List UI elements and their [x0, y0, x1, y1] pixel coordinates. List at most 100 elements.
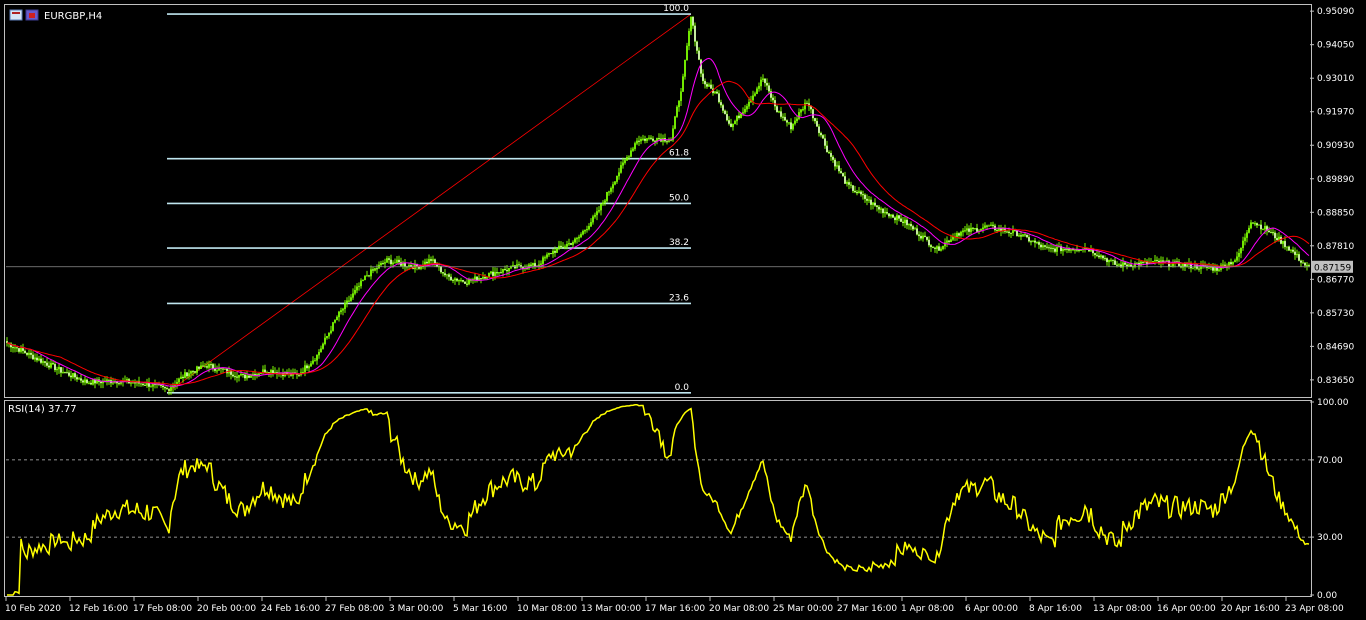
candle: [28, 349, 30, 359]
candle: [962, 228, 964, 237]
candle: [146, 378, 148, 388]
candle: [1062, 248, 1064, 256]
candle: [300, 368, 302, 377]
candle: [612, 181, 614, 193]
candle: [500, 268, 502, 274]
candle: [232, 370, 234, 378]
candle: [470, 278, 472, 283]
candle: [434, 258, 436, 267]
candle: [308, 364, 310, 373]
candle: [788, 122, 790, 125]
candle: [346, 297, 348, 308]
candle: [414, 259, 416, 273]
candle: [1108, 259, 1110, 267]
candle: [1110, 258, 1112, 263]
price-panel-frame: [4, 4, 1312, 398]
price-tick-label: 0.94050: [1317, 41, 1354, 51]
candle: [842, 172, 844, 177]
candle: [658, 133, 660, 141]
candle: [176, 377, 178, 389]
rsi-levels: [6, 459, 1310, 538]
candle: [30, 349, 32, 359]
candle: [1004, 224, 1006, 234]
candle: [824, 134, 826, 149]
fibonacci-retracement[interactable]: 100.0 61.8 50.0 38.2 23.6 0.0: [166, 4, 692, 394]
time-tick-label: 10 Feb 2020: [5, 604, 61, 614]
candle: [1034, 238, 1036, 248]
candle: [1294, 247, 1296, 260]
candle: [58, 363, 60, 374]
candle: [76, 374, 78, 382]
candle: [734, 119, 736, 125]
candle: [590, 218, 592, 227]
candle: [922, 232, 924, 242]
candle: [404, 259, 406, 272]
price-axis: 0.95090 0.94050 0.93010 0.91970 0.90930 0.898…: [1310, 7, 1354, 386]
candle: [902, 217, 904, 227]
candle: [376, 264, 378, 274]
candle: [492, 266, 494, 281]
candle: [1100, 254, 1102, 260]
candle: [64, 371, 66, 374]
candle: [1042, 242, 1044, 251]
candle: [134, 379, 136, 388]
candle: [370, 265, 372, 280]
candle: [530, 262, 532, 267]
candle: [786, 119, 788, 127]
candle: [1158, 258, 1160, 265]
candle: [714, 90, 716, 95]
candle: [860, 190, 862, 197]
candle: [1060, 243, 1062, 254]
candle: [358, 282, 360, 291]
time-tick-label: 8 Apr 16:00: [1029, 604, 1082, 614]
candle: [1234, 258, 1236, 263]
candle: [1114, 257, 1116, 266]
candle: [192, 370, 194, 377]
trading-chart[interactable]: EURGBP,H4 100.0 61.8 50.0 38.2 23.6 0.0 0.950…: [0, 0, 1366, 620]
candle: [904, 215, 906, 228]
candle: [816, 117, 818, 127]
candle: [1204, 261, 1206, 269]
candle: [68, 370, 70, 378]
candle: [1010, 232, 1012, 238]
candle: [1198, 265, 1200, 272]
candle: [552, 248, 554, 258]
candle: [1288, 245, 1290, 252]
time-tick-label: 27 Feb 08:00: [325, 604, 384, 614]
candle: [230, 368, 232, 380]
candle: [710, 79, 712, 89]
time-axis: 10 Feb 2020 12 Feb 16:00 17 Feb 08:00 20 Fe…: [5, 597, 1344, 614]
candle: [1272, 228, 1274, 236]
candle: [88, 381, 90, 385]
candle: [532, 262, 534, 269]
price-tick-label: 0.88850: [1317, 208, 1354, 218]
candle: [840, 168, 842, 174]
candle: [884, 207, 886, 218]
candle: [1112, 259, 1114, 266]
candle: [1252, 222, 1254, 225]
candle: [314, 357, 316, 362]
candle: [618, 167, 620, 180]
chart-window-icon[interactable]: [9, 9, 39, 21]
candle: [928, 236, 930, 248]
candle: [1070, 249, 1072, 254]
candle: [706, 82, 708, 89]
candle: [1258, 224, 1260, 226]
candle: [452, 278, 454, 284]
candle: [46, 358, 48, 368]
candle: [1050, 243, 1052, 253]
candle: [1046, 242, 1048, 250]
candle: [964, 225, 966, 233]
candle: [1212, 263, 1214, 274]
candle: [18, 348, 20, 354]
candle: [374, 267, 376, 272]
candle: [678, 100, 680, 112]
candle: [946, 236, 948, 248]
candle: [1192, 267, 1194, 270]
candle: [772, 94, 774, 103]
candle: [202, 361, 204, 367]
candle: [1248, 225, 1250, 234]
candle: [1254, 221, 1256, 227]
candle: [562, 242, 564, 248]
candle: [708, 82, 710, 87]
